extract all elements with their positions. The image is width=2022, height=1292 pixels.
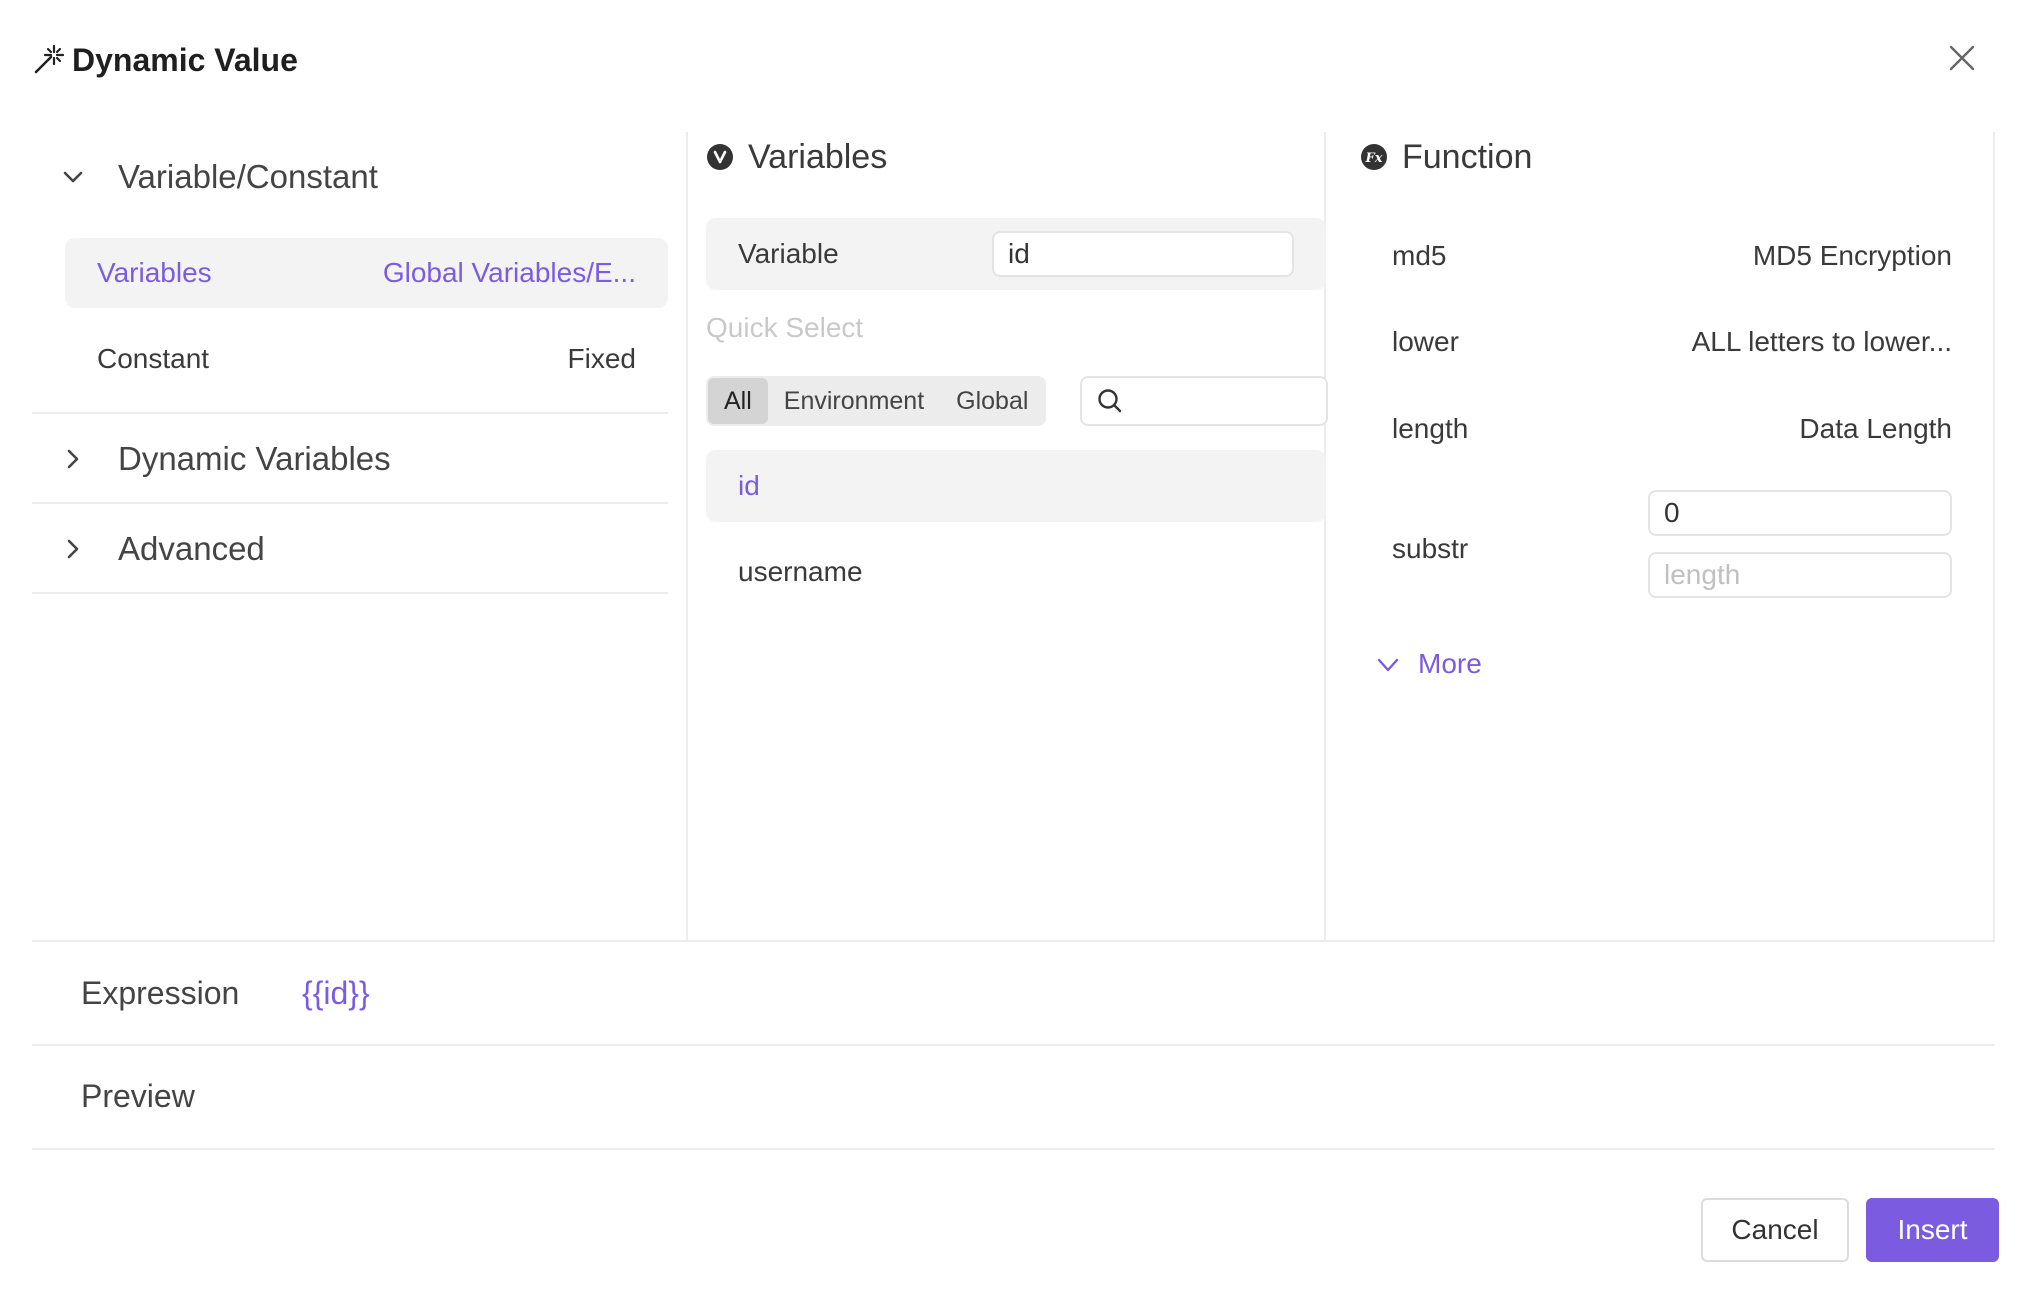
source-item-variables[interactable]: Variables Global Variables/E... [65,238,668,308]
function-item-length[interactable]: length Data Length [1392,409,1952,449]
variables-panel: Variables Variable id Quick Select All E… [686,132,1328,940]
divider [32,1148,1995,1150]
dialog-header: Dynamic Value [32,38,298,82]
variable-search-input[interactable] [1080,376,1328,426]
chevron-right-icon [67,449,79,469]
function-name: md5 [1392,240,1447,271]
function-panel-header: Fx Function [1360,132,1532,182]
variable-filter-segmented: All Environment Global [706,376,1047,426]
group-label: Advanced [118,530,265,567]
function-item-md5[interactable]: md5 MD5 Encryption [1392,236,1952,276]
substr-length-input[interactable]: length [1648,552,1952,598]
function-name: lower [1392,326,1459,357]
panel-title: Variables [748,137,888,176]
filter-global[interactable]: Global [940,378,1044,424]
magic-wand-icon [34,44,64,74]
chevron-right-icon [67,539,79,559]
more-functions-toggle[interactable]: More [1376,648,1482,680]
divider [32,592,668,594]
divider [32,940,1995,942]
filter-environment[interactable]: Environment [768,378,940,424]
divider [32,1044,1995,1046]
chevron-down-icon [1377,658,1399,672]
group-variable-constant[interactable]: Variable/Constant [32,132,668,222]
source-item-desc: Fixed [567,343,636,374]
chevron-down-icon [63,171,83,183]
variable-label: Variable [738,238,839,269]
substr-start-input[interactable]: 0 [1648,490,1952,536]
preview-label: Preview [81,1078,195,1114]
function-item-substr[interactable]: substr [1392,529,1592,569]
function-desc: MD5 Encryption [1752,240,1952,271]
cancel-button[interactable]: Cancel [1701,1198,1849,1262]
group-dynamic-variables[interactable]: Dynamic Variables [32,414,668,504]
source-item-name: Constant [97,343,210,374]
function-icon: Fx [1361,144,1387,170]
function-name: substr [1392,533,1469,564]
source-category-panel: Variable/Constant Variables Global Varia… [32,132,668,940]
expression-label: Expression [81,975,240,1011]
filter-all[interactable]: All [708,378,768,424]
svg-text:Fx: Fx [1365,151,1383,166]
expression-value: {{id}} [302,975,370,1011]
variable-input[interactable]: id [992,231,1294,277]
group-label: Dynamic Variables [118,440,391,477]
variable-list-item[interactable]: id [706,450,1326,522]
group-label: Variable/Constant [118,158,378,195]
source-item-constant[interactable]: Constant Fixed [65,324,668,394]
source-item-desc: Global Variables/E... [382,257,636,288]
more-label: More [1418,648,1482,679]
group-advanced[interactable]: Advanced [32,504,668,594]
function-desc: Data Length [1799,413,1952,444]
function-desc: ALL letters to lower... [1691,326,1952,357]
source-item-name: Variables [97,257,212,288]
insert-button[interactable]: Insert [1866,1198,1999,1262]
variables-panel-header: Variables [706,132,887,182]
quick-select-label: Quick Select [706,312,864,343]
variable-list-item[interactable]: username [706,536,1326,608]
function-name: length [1392,413,1469,444]
variable-field-row: Variable id [706,218,1326,290]
close-icon[interactable] [1946,42,1978,74]
panel-title: Function [1402,137,1533,176]
variable-icon [707,144,733,170]
dialog-title: Dynamic Value [72,41,298,78]
function-item-lower[interactable]: lower ALL letters to lower... [1392,322,1952,362]
function-panel: Fx Function md5 MD5 Encryption lower ALL… [1342,132,1995,940]
search-icon [1098,389,1122,413]
